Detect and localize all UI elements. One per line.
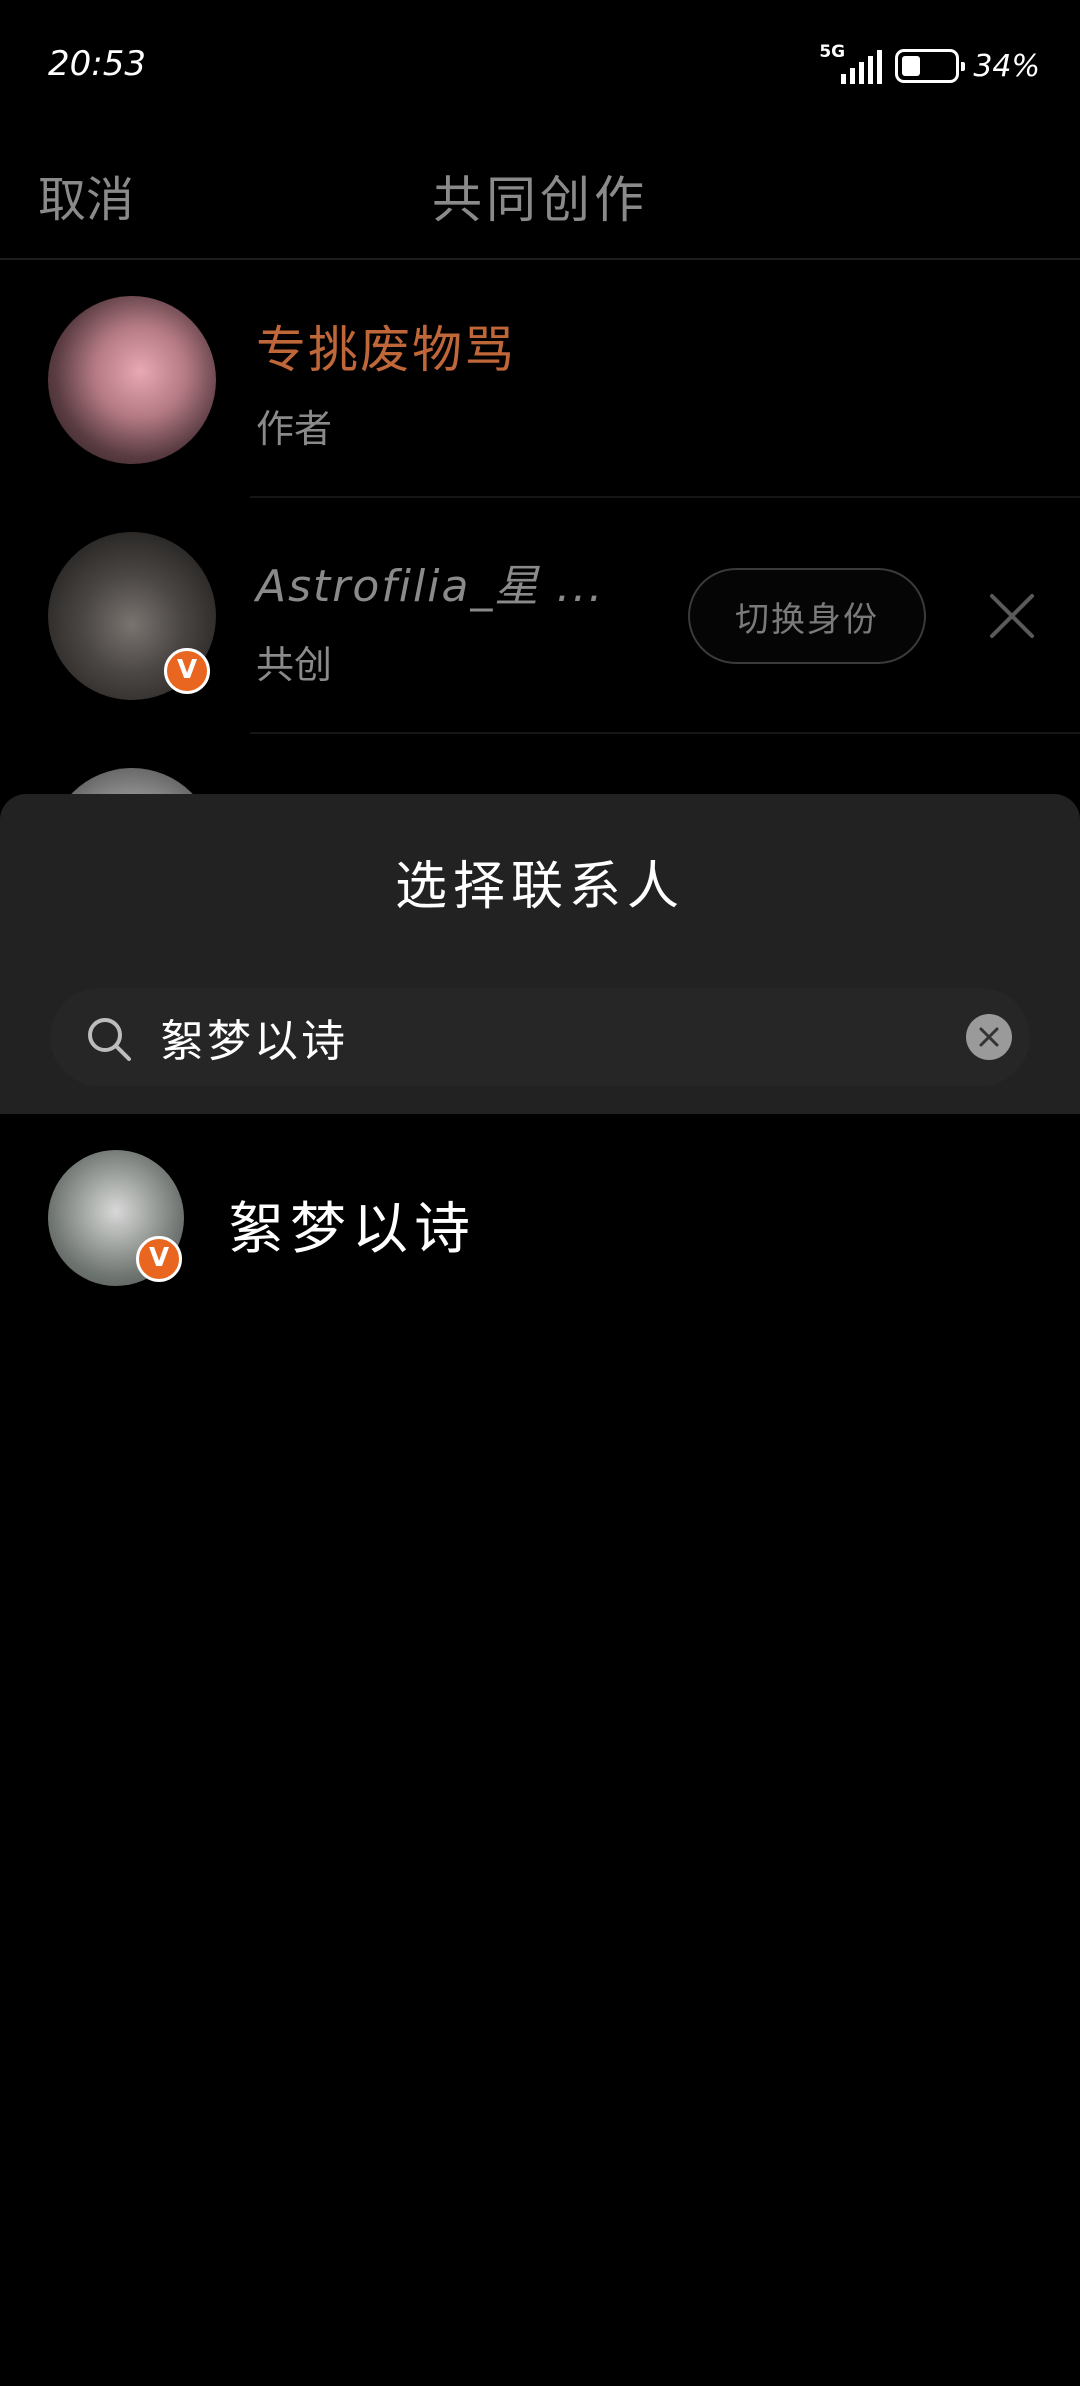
status-icons: 5G 34% [819, 42, 1040, 86]
contact-result-item[interactable]: V 絮梦以诗 [0, 1114, 1080, 1314]
author-role: 作者 [256, 407, 333, 451]
switch-identity-button[interactable]: 切换身份 [688, 568, 926, 664]
search-bar[interactable] [50, 988, 1030, 1086]
battery-percent: 34% [973, 48, 1040, 84]
close-icon[interactable] [986, 590, 1038, 642]
header: 取消 共同创作 [0, 130, 1080, 260]
page-title: 共同创作 [432, 171, 648, 229]
clear-icon [979, 1027, 999, 1047]
sheet-title: 选择联系人 [394, 857, 685, 917]
status-time: 20:53 [48, 44, 146, 84]
verified-badge-icon: V [164, 648, 210, 694]
verified-badge-icon: V [136, 1236, 182, 1282]
author-role: 共创 [256, 643, 333, 687]
select-contact-sheet: 选择联系人 [0, 794, 1080, 1114]
battery-icon [895, 49, 966, 83]
screen: 20:53 5G 34% 取消 共同创作 专挑废物骂 作者 V Astrofil… [0, 0, 1080, 2386]
author-name: 专挑废物骂 [256, 321, 516, 379]
search-input[interactable] [160, 1004, 890, 1070]
author-row[interactable]: V Astrofilia_星 ... 共创 切换身份 [0, 498, 1080, 734]
cellular-signal-icon: 5G [819, 42, 883, 86]
search-icon [88, 1018, 131, 1061]
author-name: Astrofilia_星 ... [256, 561, 605, 612]
contact-name: 絮梦以诗 [228, 1197, 476, 1262]
clear-search-button[interactable] [966, 1014, 1012, 1060]
avatar [48, 296, 216, 464]
battery-fill [902, 56, 921, 76]
author-row[interactable]: 专挑废物骂 作者 [0, 262, 1080, 498]
status-bar: 20:53 5G 34% [0, 0, 1080, 130]
search-results-list: V 絮梦以诗 [0, 1114, 1080, 1314]
